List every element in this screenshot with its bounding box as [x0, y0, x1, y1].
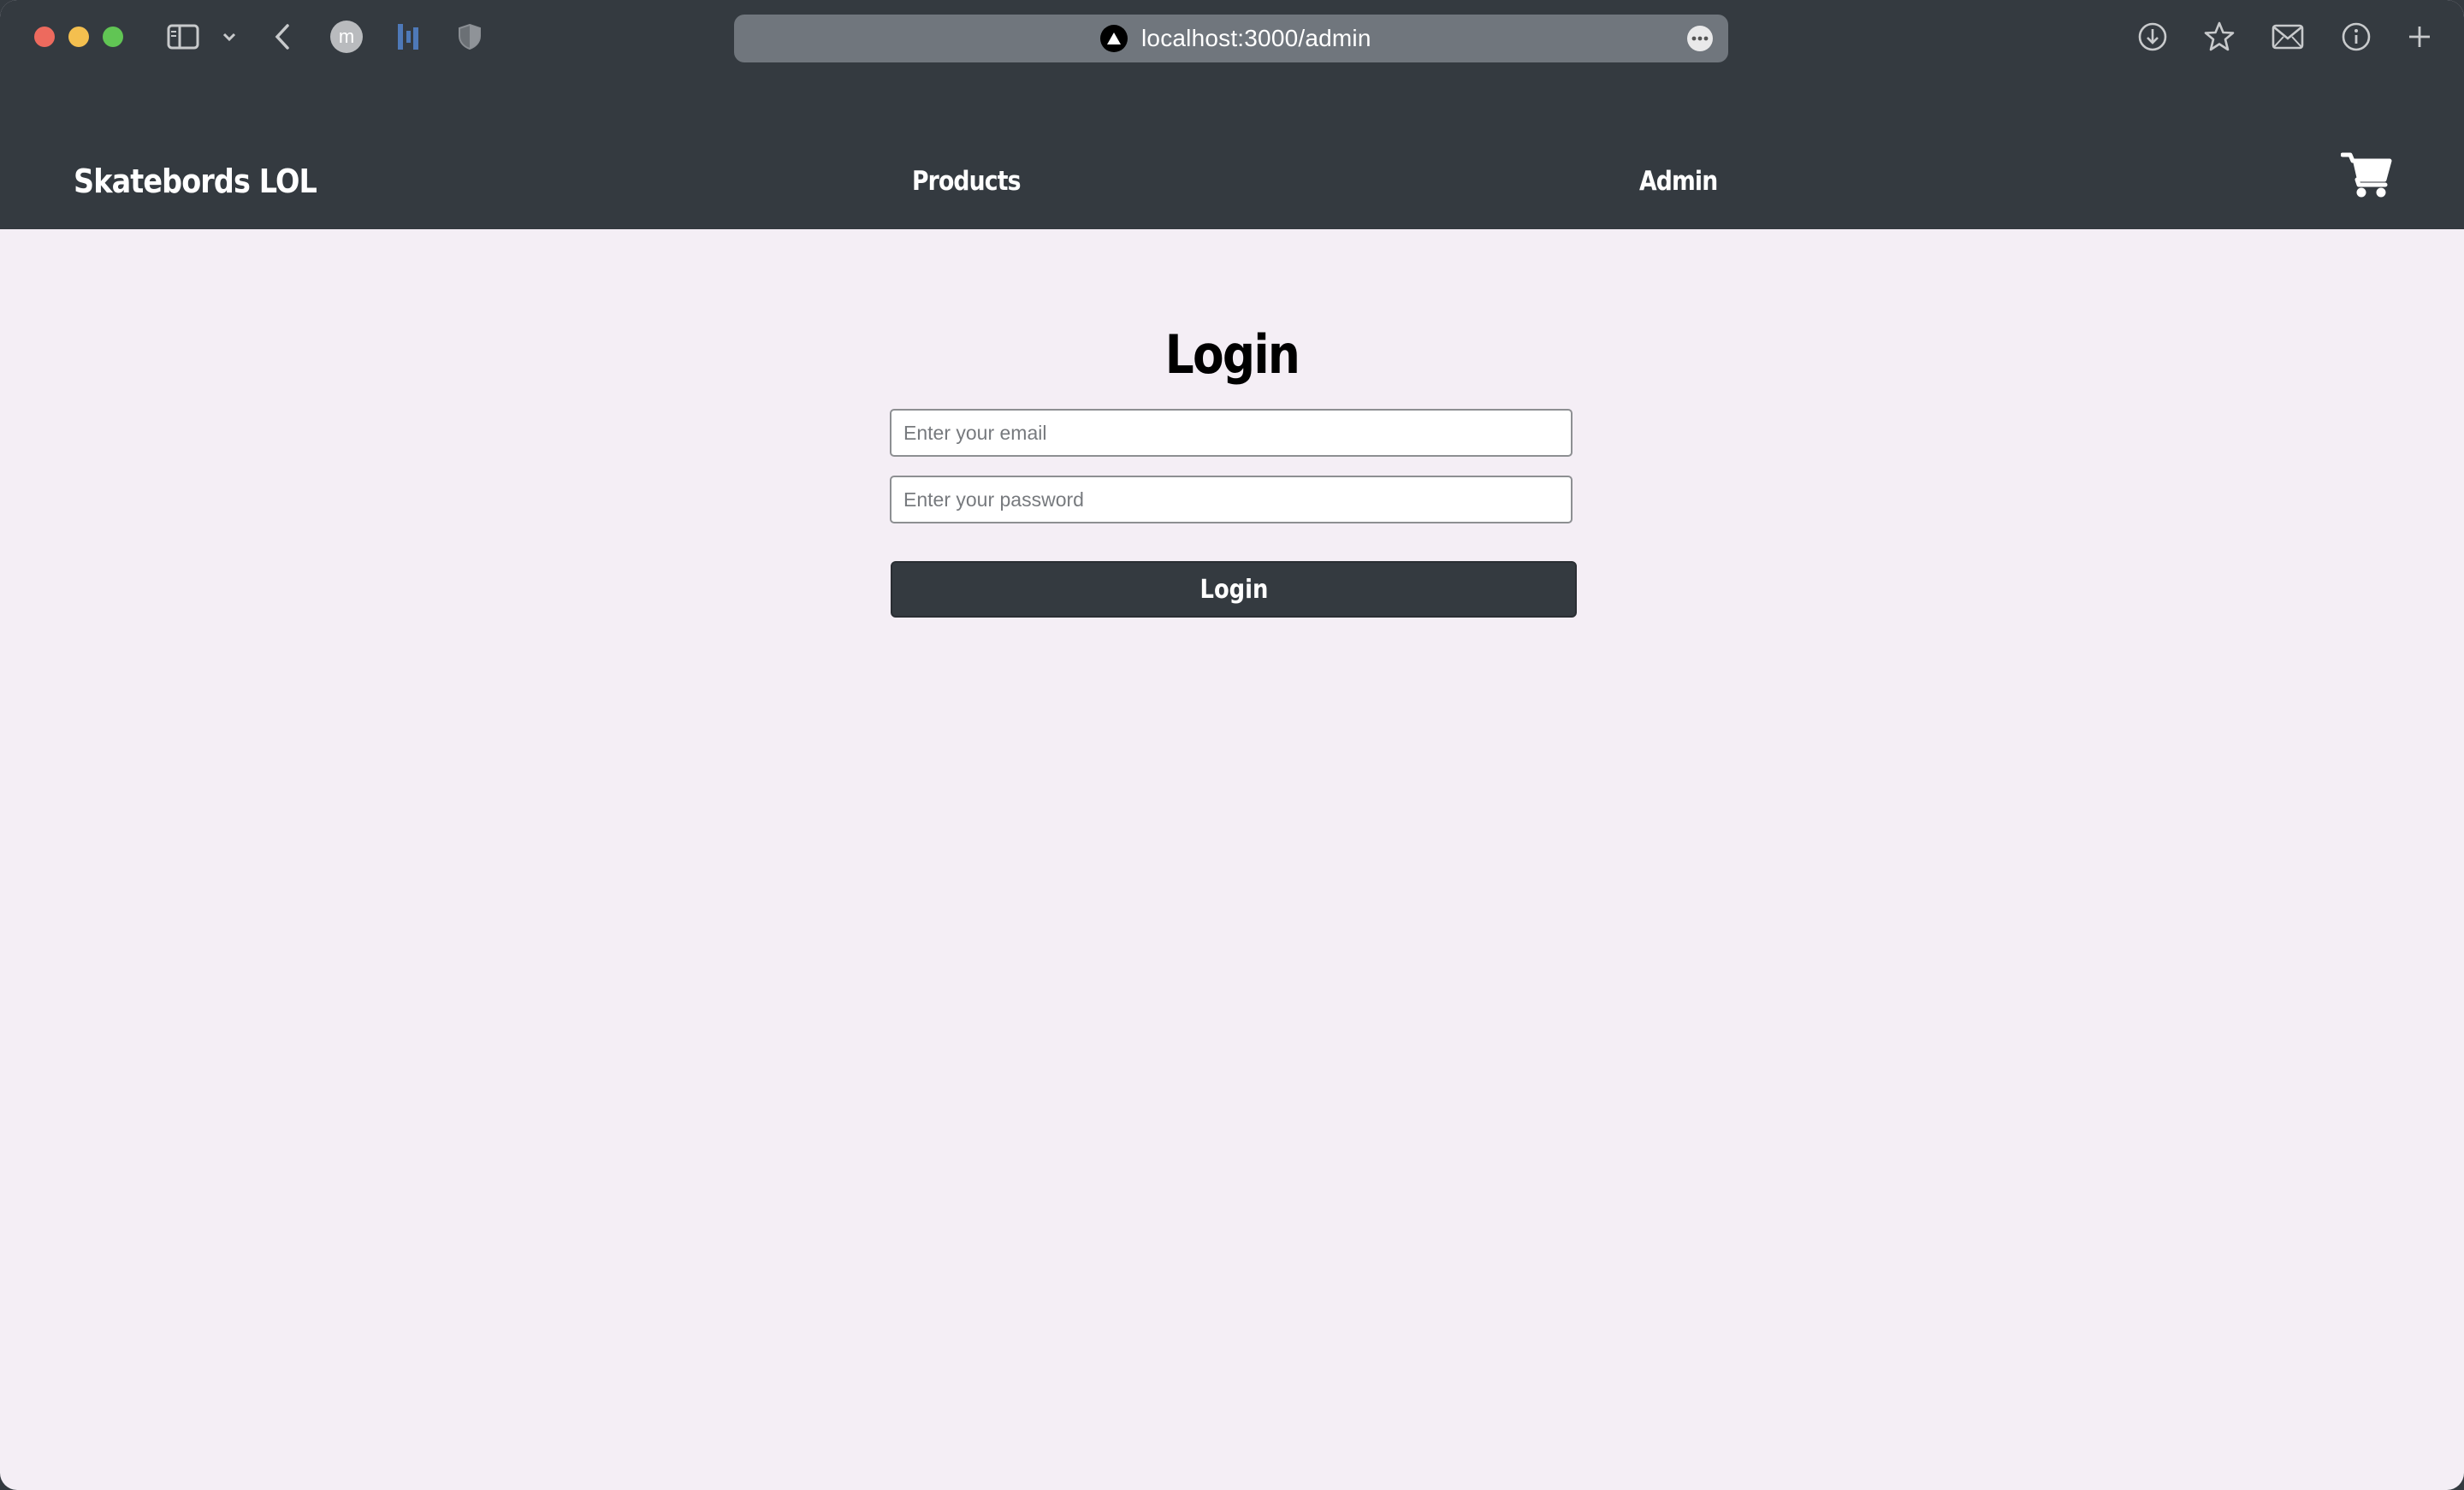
- nav-link-products[interactable]: Products: [912, 166, 1021, 197]
- chevron-down-icon[interactable]: [221, 19, 238, 55]
- sidebar-toggle-icon[interactable]: [166, 19, 200, 55]
- url-text[interactable]: localhost:3000/admin: [1141, 15, 1371, 62]
- login-button-label: Login: [1199, 574, 1268, 605]
- shield-icon[interactable]: [457, 19, 483, 55]
- site-navbar: Skatebords LOL Products Admin: [0, 137, 2464, 229]
- login-heading: Login: [1164, 323, 1300, 386]
- browser-window: m localhost:3000/admin Skatebords LOL Pr…: [0, 0, 2464, 1490]
- nav-link-admin[interactable]: Admin: [1639, 166, 1718, 197]
- shopping-cart-icon[interactable]: [2340, 151, 2392, 200]
- close-window-button[interactable]: [34, 27, 55, 47]
- bookmark-star-icon[interactable]: [2202, 19, 2236, 55]
- minimize-window-button[interactable]: [68, 27, 89, 47]
- new-tab-plus-icon[interactable]: [2404, 19, 2435, 55]
- back-arrow-icon[interactable]: [272, 19, 293, 55]
- password-field[interactable]: [890, 476, 1573, 523]
- extension-bars-icon[interactable]: [395, 19, 421, 55]
- site-favicon-icon: [1100, 25, 1128, 52]
- mail-icon[interactable]: [2271, 19, 2305, 55]
- download-icon[interactable]: [2135, 19, 2170, 55]
- brand-logo-link[interactable]: Skatebords LOL: [74, 163, 317, 200]
- login-button[interactable]: Login: [891, 561, 1577, 618]
- zoom-window-button[interactable]: [103, 27, 123, 47]
- more-options-icon[interactable]: [1687, 26, 1713, 51]
- email-field[interactable]: [890, 409, 1573, 457]
- info-icon[interactable]: [2339, 19, 2373, 55]
- browser-toolbar: m localhost:3000/admin: [0, 0, 2464, 137]
- address-bar[interactable]: localhost:3000/admin: [734, 15, 1728, 62]
- profile-avatar-icon[interactable]: m: [329, 19, 364, 55]
- svg-text:m: m: [339, 26, 354, 47]
